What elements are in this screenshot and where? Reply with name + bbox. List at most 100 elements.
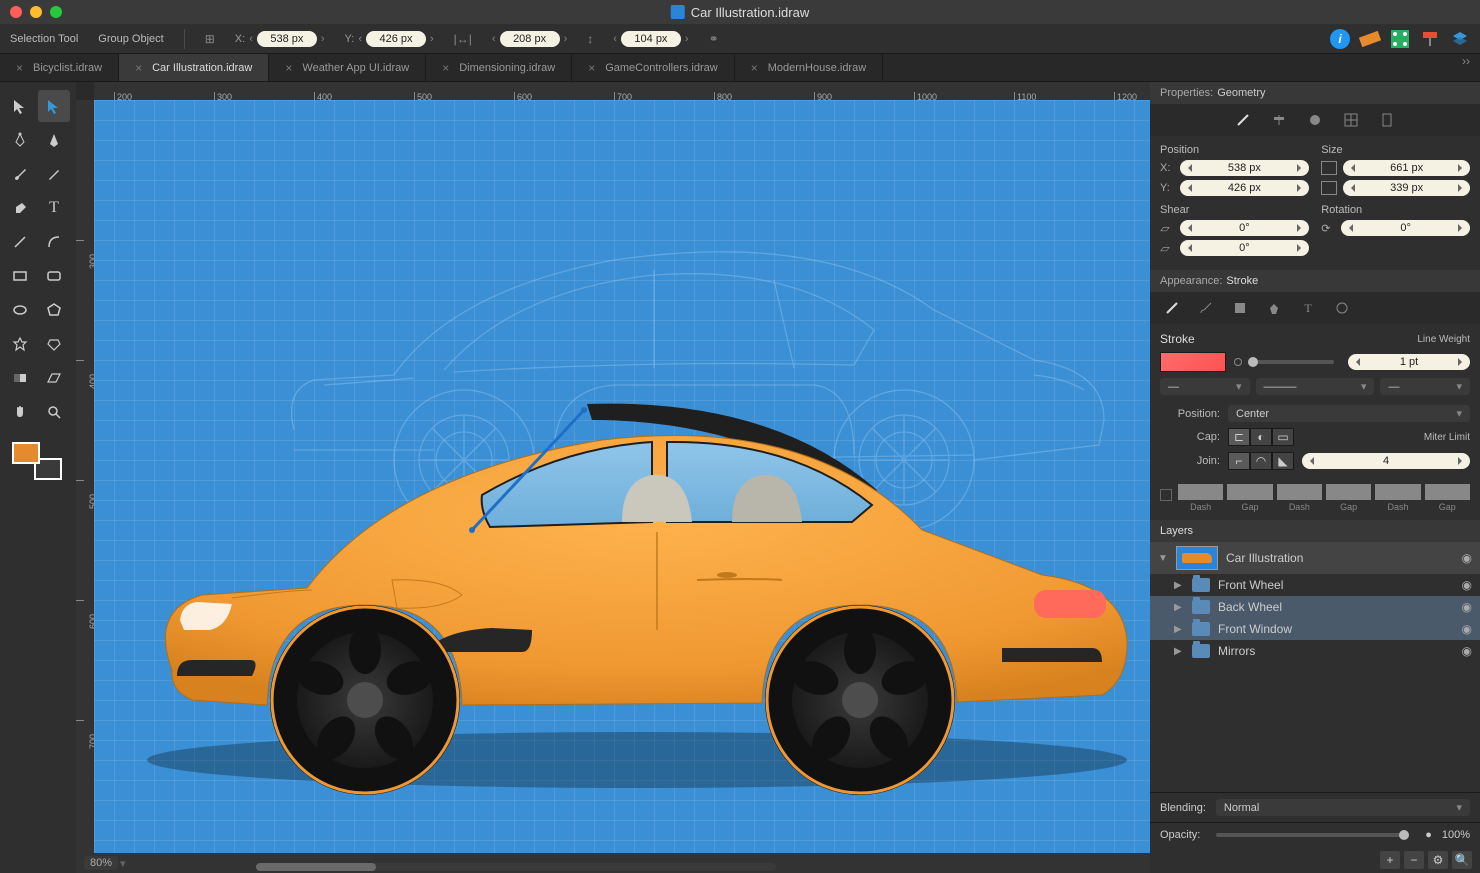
- line-weight-slider[interactable]: [1248, 360, 1334, 364]
- disclosure-icon[interactable]: ▶: [1174, 602, 1184, 613]
- layer-search-button[interactable]: 🔍: [1452, 851, 1472, 869]
- layer-row[interactable]: ▶ Back Wheel ◉: [1150, 596, 1480, 618]
- horizontal-ruler[interactable]: 200300400500600700800900100011001200: [94, 82, 1150, 100]
- opacity-slider[interactable]: [1216, 833, 1409, 837]
- minimize-window[interactable]: [30, 6, 42, 18]
- visibility-icon[interactable]: ◉: [1462, 578, 1472, 592]
- stroke-position-select[interactable]: Center: [1228, 405, 1470, 422]
- close-tab-icon[interactable]: ×: [588, 61, 595, 75]
- w-value[interactable]: 208 px: [500, 31, 560, 47]
- car-illustration[interactable]: [132, 380, 1142, 810]
- disclosure-icon[interactable]: ▶: [1174, 646, 1184, 657]
- layer-name[interactable]: Back Wheel: [1218, 600, 1282, 614]
- add-layer-button[interactable]: +: [1380, 851, 1400, 869]
- tab-gamecontrollers[interactable]: ×GameControllers.idraw: [572, 54, 735, 81]
- y-field[interactable]: Y: ‹426 px›: [345, 31, 434, 47]
- layer-name[interactable]: Front Window: [1218, 622, 1292, 636]
- gradient-tool[interactable]: [4, 362, 36, 394]
- position-y-input[interactable]: 426 px: [1180, 180, 1309, 196]
- layer-row[interactable]: ▶ Mirrors ◉: [1150, 640, 1480, 662]
- rectangle-tool[interactable]: [4, 260, 36, 292]
- tabs-overflow-icon[interactable]: ››: [1452, 54, 1480, 81]
- shear-tool[interactable]: [38, 362, 70, 394]
- layer-name[interactable]: Mirrors: [1218, 644, 1255, 658]
- layer-row[interactable]: ▶ Front Wheel ◉: [1150, 574, 1480, 596]
- info-icon[interactable]: i: [1330, 29, 1350, 49]
- visibility-icon[interactable]: ◉: [1462, 644, 1472, 658]
- tab-dimensioning[interactable]: ×Dimensioning.idraw: [426, 54, 572, 81]
- eraser-tool[interactable]: [4, 192, 36, 224]
- line-weight-input[interactable]: 1 pt: [1348, 354, 1470, 370]
- geometry-tab-icon[interactable]: [1233, 110, 1253, 130]
- link-aspect-icon[interactable]: ⚭: [709, 32, 719, 46]
- star-tool[interactable]: [4, 328, 36, 360]
- close-tab-icon[interactable]: ×: [751, 61, 758, 75]
- cap-segmented[interactable]: ⊏◐▭: [1228, 428, 1294, 446]
- zoom-tool[interactable]: [38, 396, 70, 428]
- document-tab-icon[interactable]: [1377, 110, 1397, 130]
- dash-pattern-select[interactable]: ———: [1256, 378, 1375, 395]
- fx-tab-icon[interactable]: [1332, 298, 1352, 318]
- hand-tool[interactable]: [4, 396, 36, 428]
- shadow-tab-icon[interactable]: [1264, 298, 1284, 318]
- close-tab-icon[interactable]: ×: [16, 61, 23, 75]
- text-tab-icon[interactable]: T: [1298, 298, 1318, 318]
- ruler-icon[interactable]: [1360, 29, 1380, 49]
- y-value[interactable]: 426 px: [366, 31, 426, 47]
- line-tool[interactable]: [4, 226, 36, 258]
- visibility-icon[interactable]: ◉: [1462, 600, 1472, 614]
- size-w-input[interactable]: 661 px: [1343, 160, 1470, 176]
- size-h-input[interactable]: 339 px: [1343, 180, 1470, 196]
- close-tab-icon[interactable]: ×: [442, 61, 449, 75]
- nib-tool[interactable]: [38, 124, 70, 156]
- horizontal-scrollbar[interactable]: [256, 863, 776, 871]
- rounded-rect-tool[interactable]: [38, 260, 70, 292]
- disclosure-icon[interactable]: ▶: [1174, 624, 1184, 635]
- position-x-input[interactable]: 538 px: [1180, 160, 1309, 176]
- w-field[interactable]: ‹208 px›: [492, 31, 567, 47]
- disclosure-icon[interactable]: ▼: [1158, 553, 1168, 564]
- curve-tool[interactable]: [38, 226, 70, 258]
- visibility-icon[interactable]: ◉: [1462, 622, 1472, 636]
- pen-tool[interactable]: [4, 124, 36, 156]
- layer-row-root[interactable]: ▼ Car Illustration ◉: [1150, 542, 1480, 574]
- align-tab-icon[interactable]: [1269, 110, 1289, 130]
- layers-icon[interactable]: [1450, 29, 1470, 49]
- fill-tab-icon[interactable]: [1230, 298, 1250, 318]
- arrow-end-select[interactable]: —: [1380, 378, 1470, 395]
- layer-options-button[interactable]: ⚙: [1428, 851, 1448, 869]
- close-tab-icon[interactable]: ×: [135, 61, 142, 75]
- shear-v-input[interactable]: 0°: [1180, 240, 1309, 256]
- text-tool[interactable]: T: [38, 192, 70, 224]
- tab-car-illustration[interactable]: ×Car Illustration.idraw: [119, 54, 269, 81]
- pencil-tool[interactable]: [38, 158, 70, 190]
- x-value[interactable]: 538 px: [257, 31, 317, 47]
- arrow-tool[interactable]: [4, 90, 36, 122]
- x-field[interactable]: X: ‹538 px›: [235, 31, 325, 47]
- rotation-input[interactable]: 0°: [1341, 220, 1470, 236]
- layer-name[interactable]: Front Wheel: [1218, 578, 1283, 592]
- table-tab-icon[interactable]: [1341, 110, 1361, 130]
- effects-tab-icon[interactable]: [1305, 110, 1325, 130]
- close-window[interactable]: [10, 6, 22, 18]
- tab-modernhouse[interactable]: ×ModernHouse.idraw: [735, 54, 883, 81]
- tab-bicyclist[interactable]: ×Bicyclist.idraw: [0, 54, 119, 81]
- miter-limit-input[interactable]: 4: [1302, 453, 1470, 469]
- visibility-icon[interactable]: ◉: [1462, 551, 1472, 565]
- close-tab-icon[interactable]: ×: [285, 61, 292, 75]
- stroke-color-chip[interactable]: [1160, 352, 1226, 372]
- layer-row[interactable]: ▶ Front Window ◉: [1150, 618, 1480, 640]
- stroke-tab-icon[interactable]: [1162, 298, 1182, 318]
- maximize-window[interactable]: [50, 6, 62, 18]
- anchor-grid-icon[interactable]: ⊞: [205, 32, 215, 46]
- ellipse-tool[interactable]: [4, 294, 36, 326]
- canvas[interactable]: [94, 100, 1150, 853]
- join-segmented[interactable]: ⌐◠◣: [1228, 452, 1294, 470]
- tab-weather-app[interactable]: ×Weather App UI.idraw: [269, 54, 426, 81]
- diamond-tool[interactable]: [38, 328, 70, 360]
- arrow-start-select[interactable]: —: [1160, 378, 1250, 395]
- color-swatch[interactable]: [12, 442, 62, 480]
- zoom-select[interactable]: 80%: [84, 856, 118, 870]
- h-field[interactable]: ‹104 px›: [613, 31, 688, 47]
- brush-tool[interactable]: [4, 158, 36, 190]
